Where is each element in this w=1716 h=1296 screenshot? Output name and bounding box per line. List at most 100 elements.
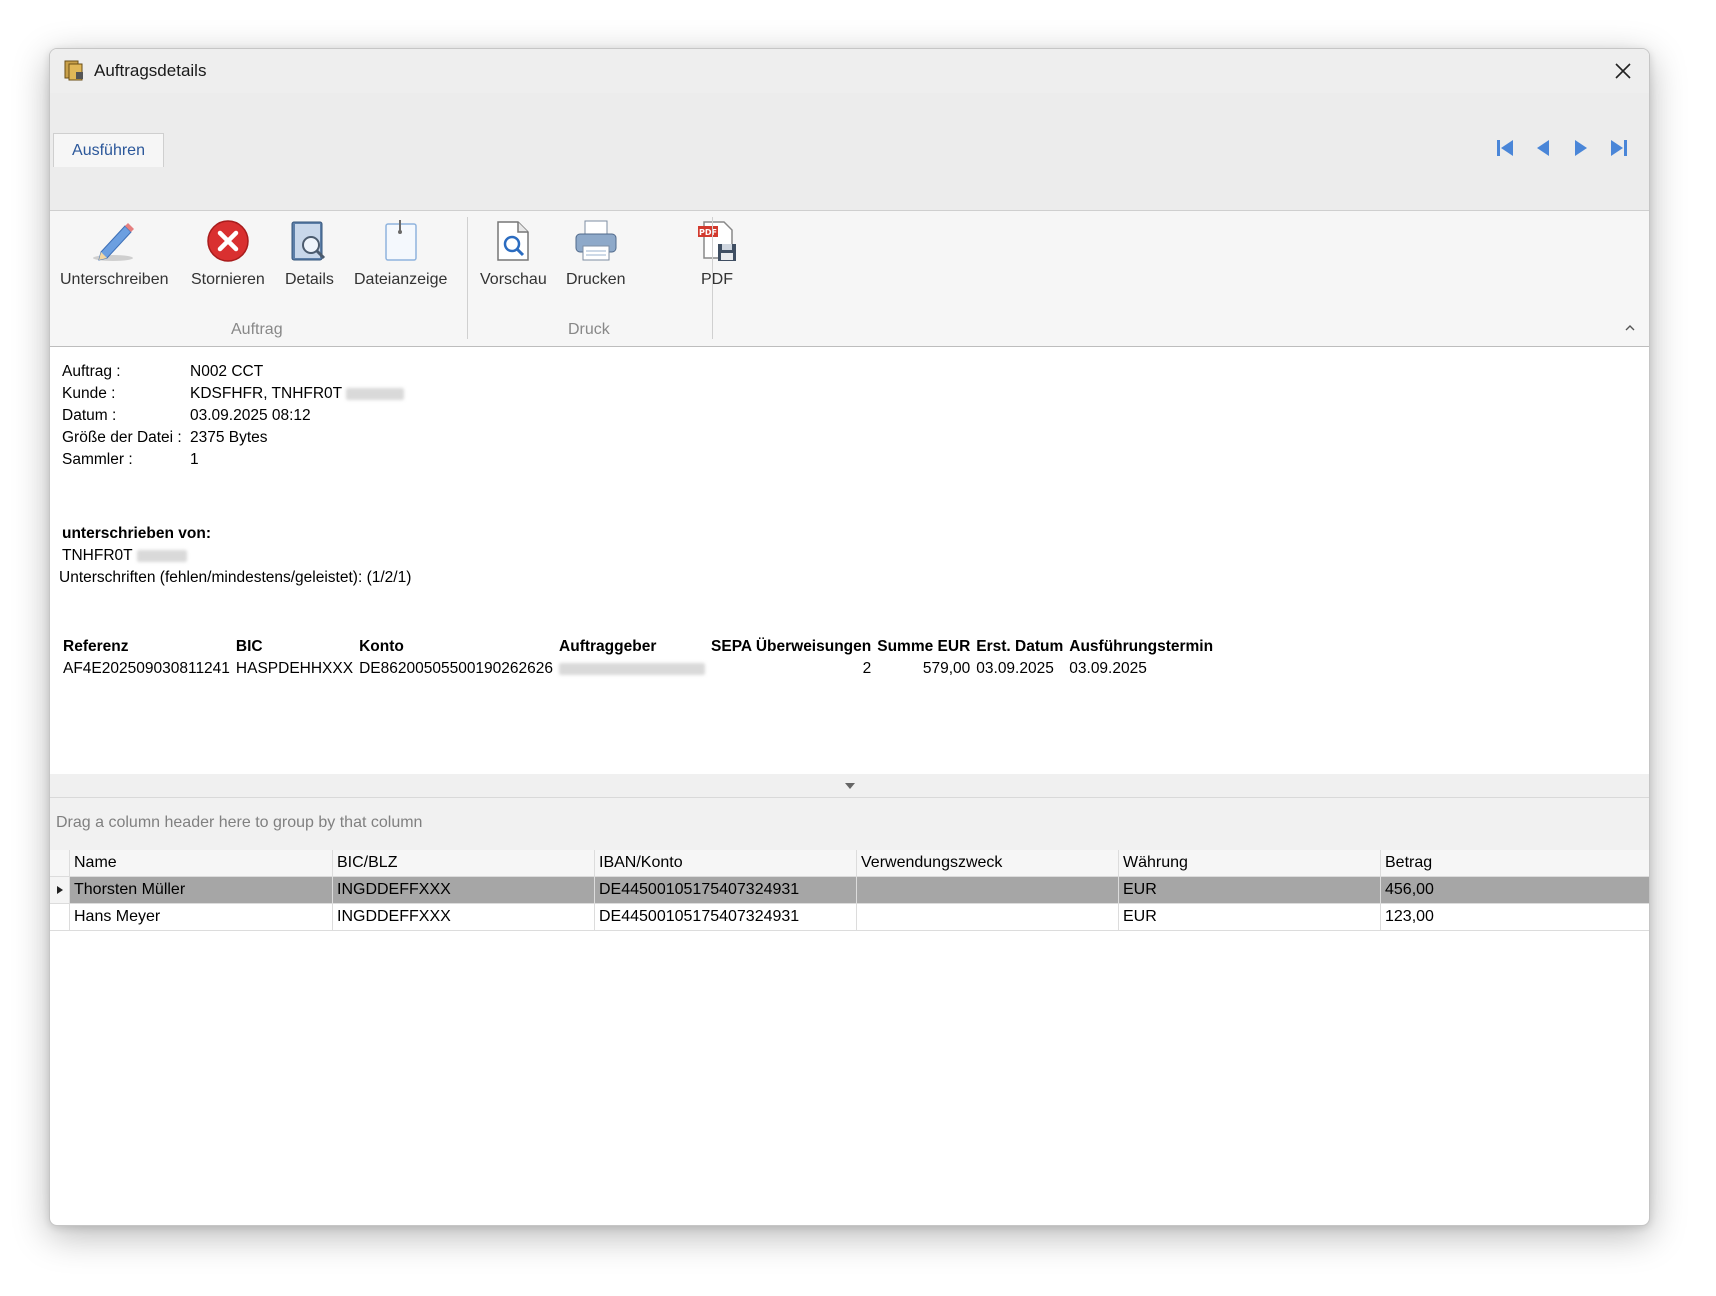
dateianzeige-button[interactable]: Dateianzeige xyxy=(354,217,447,295)
details-button[interactable]: Details xyxy=(285,217,334,295)
reference-header-row: Referenz BIC Konto Auftraggeber SEPA Übe… xyxy=(60,636,1216,658)
cell-erst-datum: 03.09.2025 xyxy=(976,660,1054,677)
cell-betrag[interactable]: 123,00 xyxy=(1381,904,1649,930)
grid-header-row: Name BIC/BLZ IBAN/Konto Verwendungszweck… xyxy=(50,850,1649,877)
order-details-panel: Auftrag : N002 CCT Kunde : KDSFHFR, TNHFR0… xyxy=(50,347,1649,774)
row-indicator xyxy=(50,904,70,930)
unterschreiben-label: Unterschreiben xyxy=(60,271,169,288)
nav-last-button[interactable] xyxy=(1607,136,1631,160)
column-header-bic-blz[interactable]: BIC/BLZ xyxy=(333,850,595,876)
nav-next-button[interactable] xyxy=(1569,136,1593,160)
field-row-datum: Datum : 03.09.2025 08:12 xyxy=(62,405,404,427)
next-record-icon xyxy=(1575,140,1587,156)
table-row[interactable]: Thorsten Müller INGDDEFFXXX DE4450010517… xyxy=(50,877,1649,904)
group-by-panel[interactable]: Drag a column header here to group by th… xyxy=(50,798,1649,850)
column-header-name[interactable]: Name xyxy=(70,850,333,876)
cell-name[interactable]: Hans Meyer xyxy=(70,904,333,930)
col-header-sepa: SEPA Überweisungen xyxy=(711,638,872,655)
stornieren-label: Stornieren xyxy=(191,271,265,288)
caret-down-icon xyxy=(844,782,855,789)
table-row[interactable]: Hans Meyer INGDDEFFXXX DE445001051754073… xyxy=(50,904,1649,931)
transactions-grid: Name BIC/BLZ IBAN/Konto Verwendungszweck… xyxy=(50,850,1649,931)
field-label: Sammler : xyxy=(62,451,133,468)
book-search-icon xyxy=(291,221,326,261)
chevron-up-icon xyxy=(1625,325,1635,331)
dateianzeige-label: Dateianzeige xyxy=(354,271,448,288)
cell-sepa: 2 xyxy=(862,660,872,677)
field-value: N002 CCT xyxy=(190,363,264,380)
vorschau-button[interactable]: Vorschau xyxy=(480,217,547,295)
clipboard-icon xyxy=(384,220,417,261)
last-record-icon xyxy=(1611,140,1627,156)
drucken-button[interactable]: Drucken xyxy=(566,217,626,295)
redacted-text xyxy=(559,662,706,675)
cell-ausfuehrungstermin: 03.09.2025 xyxy=(1069,660,1147,677)
field-row-kunde: Kunde : KDSFHFR, TNHFR0T xyxy=(62,383,405,405)
stornieren-button[interactable]: Stornieren xyxy=(191,217,265,295)
cell-bic-blz[interactable]: INGDDEFFXXX xyxy=(333,877,595,903)
close-button[interactable] xyxy=(1607,55,1639,87)
column-header-betrag[interactable]: Betrag xyxy=(1381,850,1649,876)
group-separator xyxy=(712,217,713,339)
signed-by-label: unterschrieben von: xyxy=(62,525,211,542)
signed-by-row: TNHFR0T xyxy=(62,545,411,567)
column-header-verwendungszweck[interactable]: Verwendungszweck xyxy=(857,850,1119,876)
cell-verwendungszweck[interactable] xyxy=(857,904,1119,930)
field-row-sammler: Sammler : 1 xyxy=(62,449,404,471)
auftragsdetails-window: Auftragsdetails Ausführen Unterschreiben… xyxy=(49,48,1650,1226)
cancel-icon xyxy=(207,220,249,262)
cell-referenz: AF4E202509030811241 xyxy=(63,660,230,677)
cell-bic-blz[interactable]: INGDDEFFXXX xyxy=(333,904,595,930)
field-value: 1 xyxy=(190,451,199,468)
row-indicator-header xyxy=(50,850,70,876)
collapse-ribbon-button[interactable] xyxy=(1623,321,1637,335)
details-label: Details xyxy=(285,271,334,288)
group-separator xyxy=(467,217,468,339)
field-label: Kunde : xyxy=(62,385,116,402)
field-value: 03.09.2025 08:12 xyxy=(190,407,311,424)
field-value: 2375 Bytes xyxy=(190,429,268,446)
panel-splitter[interactable] xyxy=(50,774,1649,798)
nav-previous-button[interactable] xyxy=(1531,136,1555,160)
cell-iban-konto[interactable]: DE44500105175407324931 xyxy=(595,877,857,903)
title-bar: Auftragsdetails xyxy=(50,49,1649,93)
tab-ausfuehren[interactable]: Ausführen xyxy=(53,133,164,167)
cell-iban-konto[interactable]: DE44500105175407324931 xyxy=(595,904,857,930)
previous-record-icon xyxy=(1537,140,1549,156)
col-header-auftraggeber: Auftraggeber xyxy=(559,638,657,655)
col-header-summe: Summe EUR xyxy=(877,638,971,655)
cell-name[interactable]: Thorsten Müller xyxy=(70,877,333,903)
group-label-druck: Druck xyxy=(568,321,610,338)
pdf-label: PDF xyxy=(701,271,733,288)
cell-konto: DE86200505500190262626 xyxy=(359,660,554,677)
pencil-icon xyxy=(93,223,135,261)
field-value: KDSFHFR, TNHFR0T xyxy=(190,385,342,402)
cell-bic: HASPDEHHXXX xyxy=(235,660,354,677)
signed-by-value: TNHFR0T xyxy=(62,547,133,564)
cell-waehrung[interactable]: EUR xyxy=(1119,877,1381,903)
redacted-text xyxy=(136,549,187,562)
drucken-label: Drucken xyxy=(566,271,626,288)
reference-table: Referenz BIC Konto Auftraggeber SEPA Übe… xyxy=(60,636,1216,680)
field-row-auftrag: Auftrag : N002 CCT xyxy=(62,361,404,383)
redacted-text xyxy=(346,387,405,400)
col-header-bic: BIC xyxy=(235,638,263,655)
cell-waehrung[interactable]: EUR xyxy=(1119,904,1381,930)
ribbon-tab-strip xyxy=(50,93,1649,211)
cell-auftraggeber xyxy=(556,658,708,680)
cell-verwendungszweck[interactable] xyxy=(857,877,1119,903)
nav-first-button[interactable] xyxy=(1493,136,1517,160)
pdf-save-icon: PDF xyxy=(698,221,736,261)
cell-summe: 579,00 xyxy=(922,660,971,677)
column-header-waehrung[interactable]: Währung xyxy=(1119,850,1381,876)
unterschreiben-button[interactable]: Unterschreiben xyxy=(60,217,169,295)
cell-betrag[interactable]: 456,00 xyxy=(1381,877,1649,903)
close-icon xyxy=(1615,63,1631,79)
pdf-button[interactable]: PDF PDF xyxy=(693,217,741,295)
column-header-iban-konto[interactable]: IBAN/Konto xyxy=(595,850,857,876)
row-indicator xyxy=(50,877,70,903)
field-row-groesse: Größe der Datei : 2375 Bytes xyxy=(62,427,404,449)
printer-icon xyxy=(575,220,617,261)
window-title: Auftragsdetails xyxy=(94,61,207,80)
group-label-auftrag: Auftrag xyxy=(231,321,283,338)
